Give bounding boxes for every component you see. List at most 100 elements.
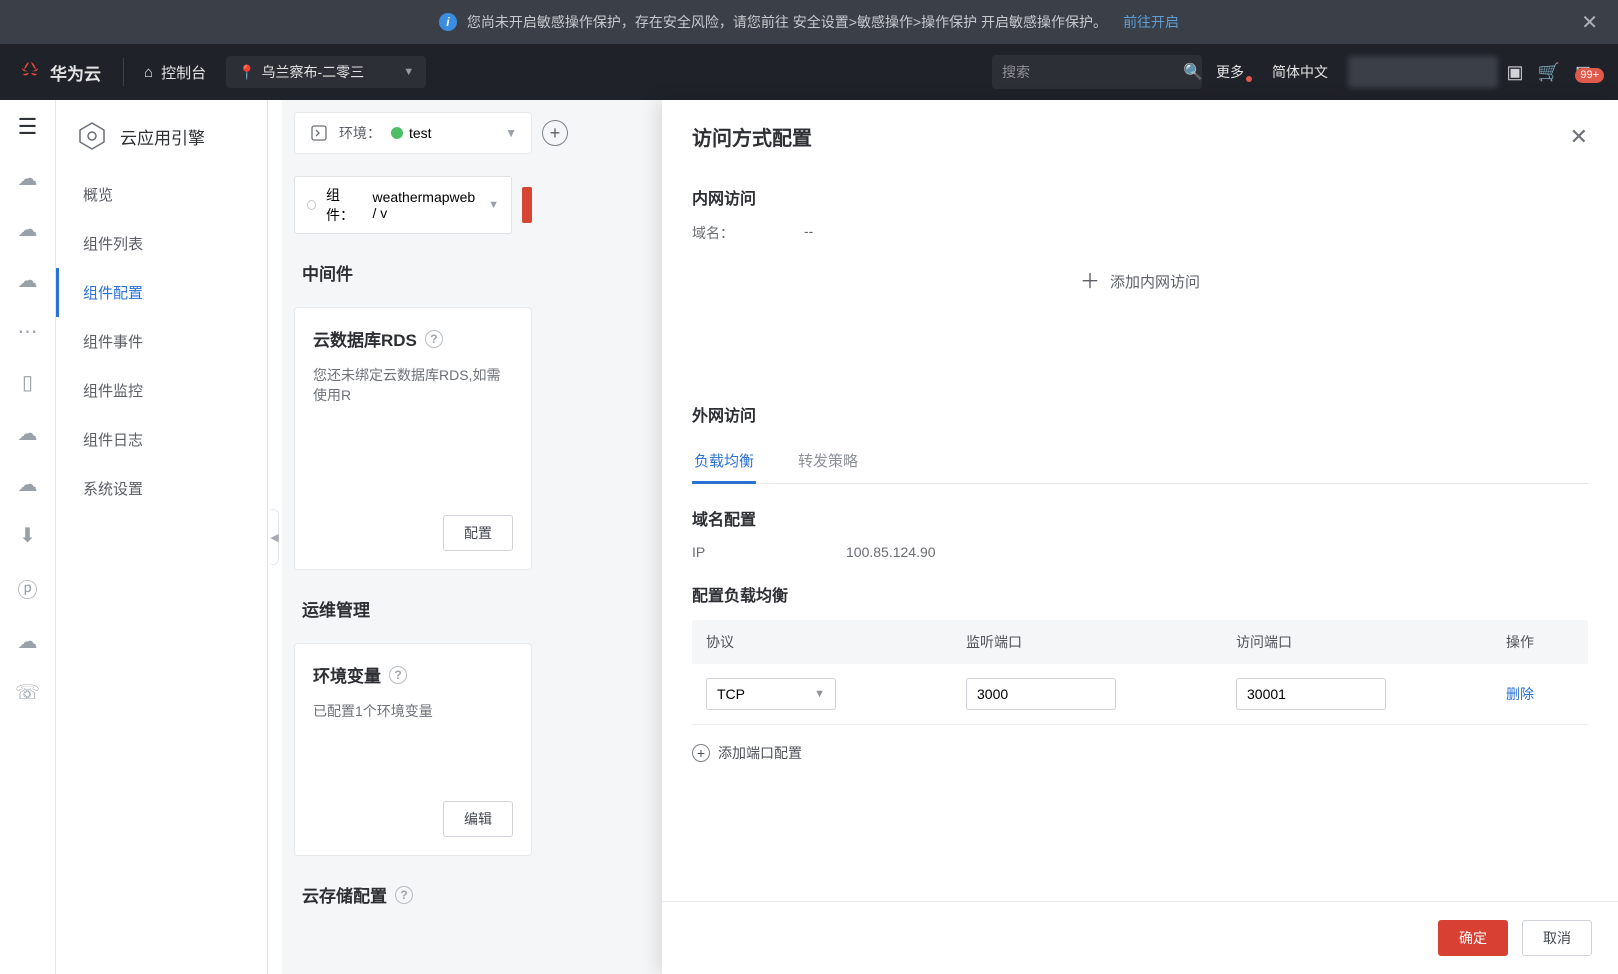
mail-icon[interactable]: ✉99+ [1566,62,1600,83]
chevron-down-icon: ▼ [814,688,825,700]
tab-load-balance[interactable]: 负载均衡 [692,440,756,483]
add-inner-access-button[interactable]: ＋ 添加内网访问 [692,271,1588,292]
user-account-chip[interactable] [1348,56,1498,88]
collapse-toggle[interactable]: ◀ [271,509,279,565]
env-icon [309,123,329,143]
sidebar-header: 云应用引擎 [56,110,267,170]
inner-access-heading: 内网访问 [692,185,1588,209]
rail-cloud5-icon[interactable]: ☁ [18,472,38,497]
envvar-desc: 已配置1个环境变量 [313,701,513,721]
search-input[interactable] [1002,64,1183,80]
rail-p-icon[interactable]: ⓟ [18,574,38,603]
rail-download-icon[interactable]: ⬇ [19,523,36,548]
envvar-edit-button[interactable]: 编辑 [443,801,513,837]
cancel-button[interactable]: 取消 [1522,920,1592,956]
add-environment-button[interactable]: + [542,120,568,146]
home-icon: ⌂ [144,64,153,81]
rail-cloud2-icon[interactable]: ☁ [18,217,38,242]
menu-toggle-icon[interactable]: ☰ [18,114,38,140]
access-port-input[interactable] [1236,678,1386,710]
more-menu[interactable]: 更多 [1202,62,1258,82]
sidebar-item-list[interactable]: 组件列表 [56,219,267,268]
sidebar: 云应用引擎 概览 组件列表 组件配置 组件事件 组件监控 组件日志 系统设置 [56,100,268,974]
notification-dot-icon [1246,76,1252,82]
console-link[interactable]: ⌂ 控制台 [128,62,222,83]
banner-message: 您尚未开启敏感操作保护，存在安全风险，请您前往 安全设置>敏感操作>操作保护 开… [467,12,1107,32]
lb-row: TCP ▼ 删除 [692,664,1588,725]
language-selector[interactable]: 简体中文 [1258,62,1342,82]
outer-access-heading: 外网访问 [692,402,1588,426]
brand-logo[interactable]: 华为云 [0,60,119,85]
col-protocol: 协议 [706,632,966,652]
banner-link[interactable]: 前往开启 [1123,12,1179,32]
chevron-down-icon: ▼ [488,199,499,211]
action-button-fragment[interactable] [522,187,532,223]
banner-close-icon[interactable]: ✕ [1581,10,1598,35]
col-access-port: 访问端口 [1236,632,1506,652]
sidebar-item-overview[interactable]: 概览 [56,170,267,219]
plus-icon: ＋ [1080,272,1100,292]
global-search[interactable]: 🔍 [992,55,1202,89]
help-icon[interactable]: ? [395,886,413,904]
cart-icon[interactable]: 🛒 [1532,62,1566,83]
drawer-title: 访问方式配置 [692,122,812,151]
section-storage: 云存储配置 [302,882,387,907]
huawei-logo-icon [18,60,42,84]
delete-row-link[interactable]: 删除 [1506,686,1534,702]
add-port-config-button[interactable]: + 添加端口配置 [692,743,1588,763]
envvar-title: 环境变量 [313,662,381,687]
rail-cloud-icon[interactable]: ☁ [18,166,38,191]
rail-cloud4-icon[interactable]: ☁ [18,421,38,446]
confirm-button[interactable]: 确定 [1438,920,1508,956]
rds-title: 云数据库RDS [313,326,417,351]
rail-support-icon[interactable]: ☏ [15,680,40,705]
rail-dots-icon[interactable]: ⋯ [18,319,38,344]
ip-value: 100.85.124.90 [846,544,936,560]
screen-icon[interactable]: ▣ [1498,62,1532,83]
brand-name: 华为云 [50,60,101,85]
rds-desc: 您还未绑定云数据库RDS,如需使用R [313,365,513,405]
sidebar-title: 云应用引擎 [120,124,205,149]
outer-tabs: 负载均衡 转发策略 [692,440,1588,484]
sidebar-collapse-handle: ◀ [268,100,282,974]
help-icon[interactable]: ? [425,330,443,348]
comp-name: weathermapweb / v [372,189,478,221]
envvar-card: 环境变量? 已配置1个环境变量 编辑 [294,643,532,856]
drawer-close-icon[interactable]: ✕ [1570,124,1588,150]
protocol-select[interactable]: TCP ▼ [706,678,836,710]
help-icon[interactable]: ? [389,666,407,684]
rail-device-icon[interactable]: ▯ [22,370,33,395]
listen-port-input[interactable] [966,678,1116,710]
left-rail: ☰ ☁ ☁ ☁ ⋯ ▯ ☁ ☁ ⬇ ⓟ ☁ ☏ [0,100,56,974]
domain-config-heading: 域名配置 [692,506,1588,530]
lb-table: 协议 监听端口 访问端口 操作 TCP ▼ [692,620,1588,725]
comp-label: 组件： [326,185,363,225]
lb-config-heading: 配置负载均衡 [692,582,1588,606]
sidebar-item-config[interactable]: 组件配置 [56,268,267,317]
col-listen-port: 监听端口 [966,632,1236,652]
rds-card: 云数据库RDS? 您还未绑定云数据库RDS,如需使用R 配置 [294,307,532,570]
search-icon[interactable]: 🔍 [1183,62,1203,82]
region-selector[interactable]: 📍 乌兰察布-二零三 ▼ [226,56,426,88]
console-label: 控制台 [161,62,206,83]
rail-cloud3-icon[interactable]: ☁ [18,268,38,293]
chevron-down-icon: ▼ [505,126,517,140]
access-config-drawer: 访问方式配置 ✕ 内网访问 域名： -- ＋ 添加内网访问 外网访问 负载均衡 … [662,100,1618,974]
region-name: 乌兰察布-二零三 [262,62,365,82]
sidebar-item-logs[interactable]: 组件日志 [56,415,267,464]
env-name: test [409,125,432,141]
nav-divider [123,58,124,86]
sidebar-item-events[interactable]: 组件事件 [56,317,267,366]
status-dot-icon [391,127,403,139]
rail-cloud6-icon[interactable]: ☁ [18,629,38,654]
domain-label: 域名： [692,223,756,243]
sidebar-item-monitor[interactable]: 组件监控 [56,366,267,415]
sidebar-item-settings[interactable]: 系统设置 [56,464,267,513]
drawer-footer: 确定 取消 [662,901,1618,974]
rds-configure-button[interactable]: 配置 [443,515,513,551]
chevron-down-icon: ▼ [403,66,414,78]
component-selector[interactable]: 组件： weathermapweb / v ▼ [294,176,512,234]
mail-badge: 99+ [1575,68,1604,83]
tab-forward-policy[interactable]: 转发策略 [796,440,860,483]
environment-selector[interactable]: 环境： test ▼ [294,112,532,154]
